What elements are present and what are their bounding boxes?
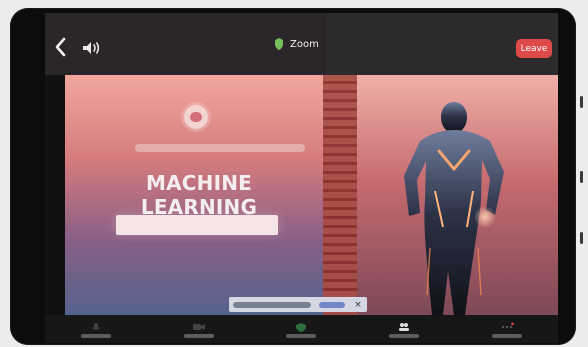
chevron-left-icon: [55, 37, 66, 57]
slide-title: MACHINE LEARNING: [140, 171, 258, 219]
toast-message: [233, 301, 311, 308]
speaker-button[interactable]: [81, 39, 103, 57]
participant-video: [323, 75, 558, 315]
meeting-title: Zoom: [290, 38, 319, 50]
more-icon: [501, 322, 514, 329]
side-indicator: [580, 96, 583, 108]
security-icon: [296, 323, 307, 332]
speaker-icon: [83, 42, 100, 54]
slide-action-bar: [116, 215, 278, 235]
meeting-screen: Zoom Leave MACHINE LEARNING ×: [45, 13, 558, 343]
side-indicator: [580, 232, 583, 244]
zoom-title[interactable]: Zoom: [274, 38, 319, 50]
nav-label-blur: [183, 334, 214, 338]
slide-logo: [184, 105, 208, 129]
shared-slide: MACHINE LEARNING: [65, 75, 323, 315]
security-button[interactable]: [271, 322, 331, 338]
shield-icon: [275, 38, 283, 50]
toast-close[interactable]: ×: [353, 300, 363, 310]
nav-label-blur: [286, 334, 317, 338]
participants-button[interactable]: [374, 322, 434, 338]
leave-button[interactable]: Leave: [516, 39, 552, 58]
participants-icon: [399, 323, 410, 331]
more-button[interactable]: [477, 322, 537, 338]
tablet-device: Zoom Leave MACHINE LEARNING ×: [0, 0, 588, 347]
brick-wall: [323, 75, 357, 315]
side-indicator: [580, 171, 583, 183]
nav-label-blur: [491, 334, 522, 338]
nav-label-blur: [81, 334, 112, 338]
leave-label: Leave: [520, 43, 548, 54]
meeting-controls: [45, 319, 558, 341]
slide-subtitle-blur: [135, 144, 305, 152]
hero-figure: [404, 102, 504, 315]
video-icon: [192, 324, 205, 330]
nav-label-blur: [389, 334, 420, 338]
video-button[interactable]: [169, 322, 229, 338]
notification-toast: ×: [229, 297, 367, 312]
toast-action[interactable]: [319, 301, 345, 308]
top-bar: Zoom Leave: [45, 13, 558, 75]
microphone-icon: [91, 323, 101, 330]
mute-button[interactable]: [66, 322, 126, 338]
back-button[interactable]: [49, 35, 73, 59]
slide-logo-mark: [190, 112, 202, 122]
